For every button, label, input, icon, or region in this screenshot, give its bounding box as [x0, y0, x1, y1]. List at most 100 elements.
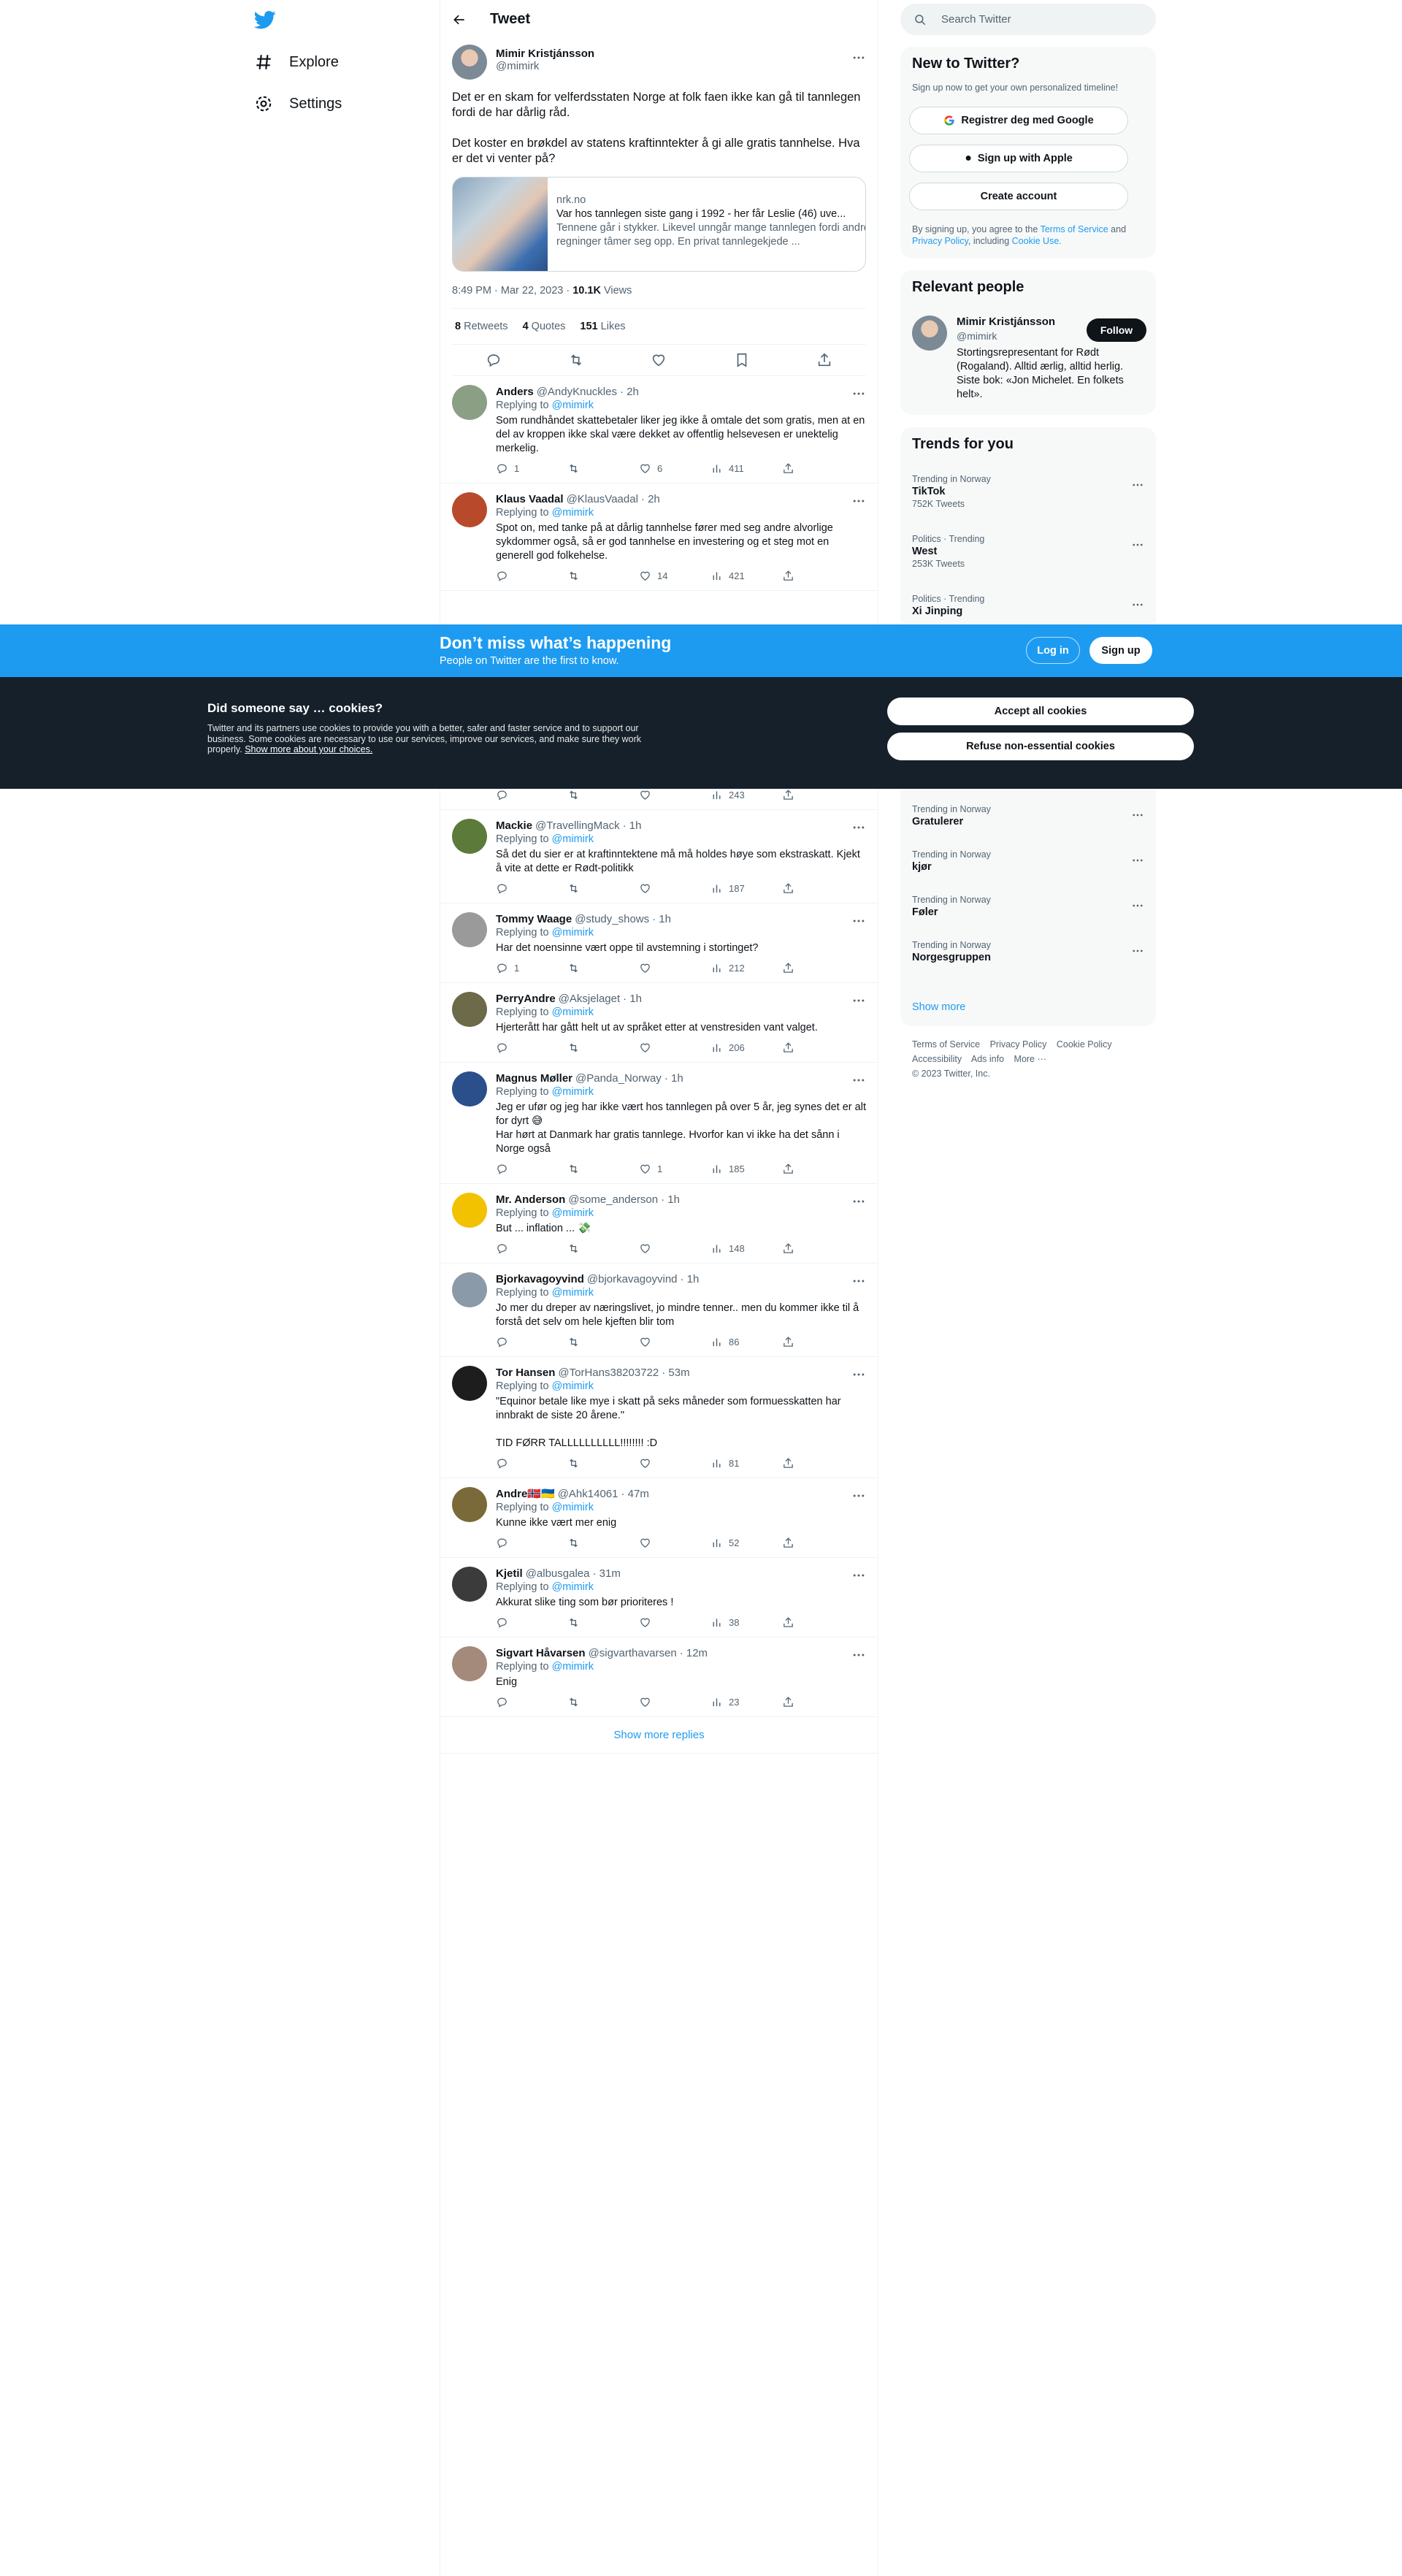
reply-time[interactable]: · 1h	[652, 912, 671, 926]
more-options-icon[interactable]	[1131, 944, 1144, 958]
reply-action[interactable]	[496, 1162, 567, 1176]
replying-to-handle[interactable]: @mimirk	[552, 1581, 594, 1593]
heart-action[interactable]	[639, 1456, 710, 1470]
more-options-icon[interactable]	[851, 1648, 866, 1662]
tweet-time[interactable]: 8:49 PM · Mar 22, 2023	[452, 285, 563, 297]
reply-time[interactable]: · 31m	[592, 1567, 620, 1581]
heart-action[interactable]	[639, 882, 710, 895]
reply-time[interactable]: · 1h	[623, 992, 642, 1006]
reply-author-handle[interactable]: @bjorkavagoyvind	[587, 1272, 678, 1286]
avatar[interactable]	[452, 1646, 487, 1681]
more-options-icon[interactable]	[1131, 538, 1144, 551]
more-options-icon[interactable]	[851, 993, 866, 1008]
reply-action[interactable]	[496, 1041, 567, 1055]
views-action[interactable]: 206	[710, 1041, 782, 1055]
signup-button[interactable]: Sign up	[1089, 637, 1152, 664]
more-options-icon[interactable]	[1131, 809, 1144, 822]
reply-author-handle[interactable]: @KlausVaadal	[567, 492, 638, 506]
heart-action[interactable]: 14	[639, 569, 710, 583]
views-action[interactable]: 212	[710, 961, 782, 975]
retweet-action[interactable]	[567, 1616, 639, 1629]
show-more-replies-button[interactable]: Show more replies	[440, 1717, 878, 1754]
retweet-action[interactable]	[567, 1242, 639, 1255]
reply-action[interactable]	[496, 1536, 567, 1550]
replying-to-handle[interactable]: @mimirk	[552, 833, 594, 845]
footer-cookie[interactable]: Cookie Policy	[1057, 1039, 1112, 1050]
reply-tweet[interactable]: Magnus Møller @Panda_Norway · 1h Replying…	[440, 1063, 878, 1184]
trend-item[interactable]: Trending in Norway Føler	[900, 886, 1156, 928]
reply-action[interactable]: 1	[496, 961, 567, 975]
share-action[interactable]	[782, 882, 854, 895]
more-options-icon[interactable]	[851, 1073, 866, 1088]
heart-action[interactable]	[639, 1041, 710, 1055]
views-action[interactable]: 81	[710, 1456, 782, 1470]
reply-tweet[interactable]: Bjorkavagoyvind @bjorkavagoyvind · 1h Rep…	[440, 1264, 878, 1357]
retweet-action[interactable]	[567, 1335, 639, 1349]
share-action[interactable]	[782, 569, 854, 583]
avatar[interactable]	[912, 316, 947, 351]
reply-author-handle[interactable]: @TorHans38203722	[558, 1366, 659, 1380]
reply-author-handle[interactable]: @some_anderson	[568, 1193, 658, 1207]
trend-item[interactable]: Trending in Norway Gratulerer	[900, 795, 1156, 838]
retweet-action[interactable]	[567, 1695, 639, 1709]
replying-to-handle[interactable]: @mimirk	[552, 1086, 594, 1098]
author-name[interactable]: Mimir Kristjánsson	[496, 47, 594, 60]
replying-to-handle[interactable]: @mimirk	[552, 507, 594, 519]
share-icon[interactable]	[816, 352, 832, 368]
reply-author-name[interactable]: Andre🇳🇴🇺🇦	[496, 1487, 555, 1501]
trend-item[interactable]: Trending in Norway kjør	[900, 841, 1156, 883]
retweet-action[interactable]	[567, 961, 639, 975]
heart-action[interactable]	[639, 1616, 710, 1629]
share-action[interactable]	[782, 1162, 854, 1176]
search-box[interactable]: Search Twitter	[900, 4, 1156, 35]
reply-author-name[interactable]: Mr. Anderson	[496, 1193, 565, 1207]
reply-time[interactable]: · 2h	[620, 385, 639, 399]
twitter-logo-icon[interactable]	[254, 9, 276, 31]
avatar[interactable]	[452, 1366, 487, 1401]
share-action[interactable]	[782, 1616, 854, 1629]
reply-tweet[interactable]: Kjetil @albusgalea · 31m Replying to @mim…	[440, 1558, 878, 1637]
nav-settings[interactable]: Settings	[254, 94, 342, 113]
more-options-icon[interactable]	[851, 1274, 866, 1288]
avatar[interactable]	[452, 992, 487, 1027]
share-action[interactable]	[782, 462, 854, 475]
reply-time[interactable]: · 2h	[641, 492, 660, 506]
reply-author-name[interactable]: Klaus Vaadal	[496, 492, 564, 506]
avatar[interactable]	[452, 819, 487, 854]
replying-to-handle[interactable]: @mimirk	[552, 1661, 594, 1673]
avatar[interactable]	[452, 385, 487, 420]
reply-action[interactable]	[496, 1616, 567, 1629]
avatar[interactable]	[452, 45, 487, 80]
views-action[interactable]: 185	[710, 1162, 782, 1176]
trend-item[interactable]: Trending in Norway Norgesgruppen	[900, 931, 1156, 974]
reply-tweet[interactable]: Tommy Waage @study_shows · 1h Replying to…	[440, 903, 878, 983]
reply-author-name[interactable]: Sigvart Håvarsen	[496, 1646, 586, 1660]
follow-button[interactable]: Follow	[1087, 318, 1146, 342]
share-action[interactable]	[782, 788, 854, 802]
search-input[interactable]: Search Twitter	[941, 13, 1011, 26]
avatar[interactable]	[452, 1071, 487, 1107]
views-action[interactable]: 187	[710, 882, 782, 895]
reply-time[interactable]: · 1h	[661, 1193, 680, 1207]
retweet-icon[interactable]	[568, 352, 584, 368]
replying-to-handle[interactable]: @mimirk	[552, 1006, 594, 1018]
share-action[interactable]	[782, 1536, 854, 1550]
retweet-action[interactable]	[567, 882, 639, 895]
heart-icon[interactable]	[651, 352, 667, 368]
more-options-icon[interactable]	[851, 820, 866, 835]
reply-author-handle[interactable]: @sigvarthavarsen	[589, 1646, 677, 1660]
share-action[interactable]	[782, 1456, 854, 1470]
avatar[interactable]	[452, 1193, 487, 1228]
views-action[interactable]: 23	[710, 1695, 782, 1709]
avatar[interactable]	[452, 1487, 487, 1522]
share-action[interactable]	[782, 1041, 854, 1055]
cookie-choices-link[interactable]: Show more about your choices.	[245, 744, 372, 754]
reply-author-name[interactable]: Magnus Møller	[496, 1071, 572, 1085]
reply-author-name[interactable]: Tor Hansen	[496, 1366, 555, 1380]
privacy-link[interactable]: Privacy Policy	[912, 236, 968, 246]
reply-icon[interactable]	[486, 352, 502, 368]
avatar[interactable]	[452, 1272, 487, 1307]
more-options-icon[interactable]	[851, 914, 866, 928]
views-action[interactable]: 148	[710, 1242, 782, 1255]
reply-tweet[interactable]: Andre🇳🇴🇺🇦 @Ahk14061 · 47m Replying to @mi…	[440, 1478, 878, 1558]
